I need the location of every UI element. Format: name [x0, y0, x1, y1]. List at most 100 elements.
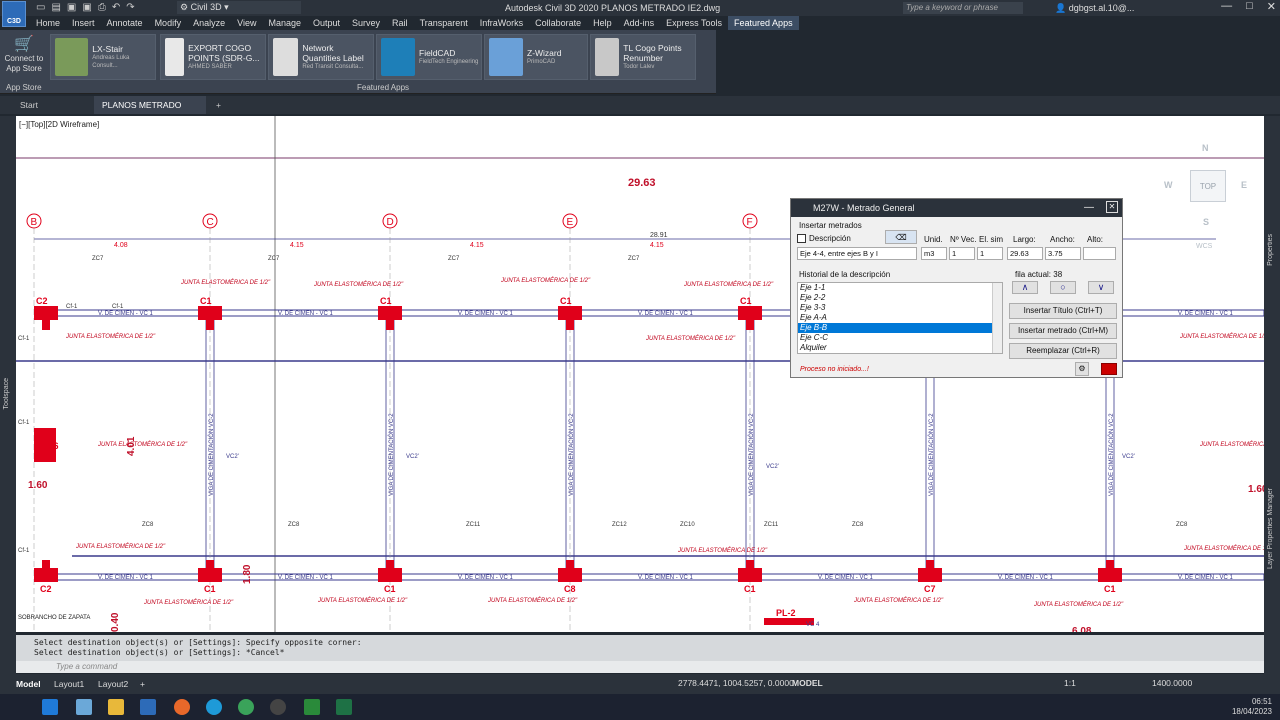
featured-app-tile[interactable]: Z-Wizard PrimoCAD	[484, 34, 588, 80]
application-menu-button[interactable]: C3D	[2, 1, 26, 27]
civil3d-icon[interactable]	[140, 699, 156, 715]
history-item[interactable]: Eje 2-2	[798, 293, 1002, 303]
save-icon[interactable]: ▣	[67, 2, 76, 13]
undo-icon[interactable]: ↶	[112, 2, 120, 13]
history-item[interactable]: Eje C-C	[798, 333, 1002, 343]
compass-north[interactable]: N	[1202, 143, 1209, 153]
menu-help[interactable]: Help	[587, 16, 618, 30]
unid-input[interactable]: m3	[921, 247, 947, 260]
history-list[interactable]: Eje 1-1 Eje 2-2 Eje 3-3 Eje A-A Eje B-B Eje C…	[797, 282, 1003, 354]
task-view-icon[interactable]	[76, 699, 92, 715]
column-label: C1	[560, 296, 572, 306]
chrome-icon[interactable]	[238, 699, 254, 715]
reemplazar-button[interactable]: Reemplazar (Ctrl+R)	[1009, 343, 1117, 359]
close-button[interactable]: ✕	[1267, 0, 1276, 13]
model-space-toggle[interactable]: MODEL	[792, 678, 823, 688]
menu-add-ins[interactable]: Add-ins	[618, 16, 661, 30]
compass-south[interactable]: S	[1203, 217, 1209, 227]
menu-view[interactable]: View	[231, 16, 262, 30]
menu-annotate[interactable]: Annotate	[101, 16, 149, 30]
dialog-title-bar[interactable]: M27W - Metrado General — ✕	[791, 199, 1122, 217]
toolspace-tab[interactable]: Toolspace	[3, 378, 10, 410]
user-account[interactable]: 👤 dgbgst.al.10@...	[1055, 3, 1134, 14]
workspace-switcher[interactable]: ⚙ Civil 3D ▾	[177, 1, 301, 14]
menu-analyze[interactable]: Analyze	[187, 16, 231, 30]
nvec-input[interactable]: 1	[949, 247, 975, 260]
eraser-button[interactable]: ⌫	[885, 230, 917, 244]
tab-model[interactable]: Model	[10, 677, 47, 691]
open-icon[interactable]: ▤	[51, 2, 60, 13]
menu-rail[interactable]: Rail	[386, 16, 414, 30]
menu-collaborate[interactable]: Collaborate	[529, 16, 587, 30]
clock-app-icon[interactable]	[270, 699, 286, 715]
layer-properties-tab[interactable]: Layer Properties Manager	[1267, 488, 1274, 569]
annotation-scale[interactable]: 1:1	[1064, 678, 1076, 688]
save-as-icon[interactable]: ▣	[82, 2, 91, 13]
redo-icon[interactable]: ↷	[126, 2, 134, 13]
file-explorer-icon[interactable]	[108, 699, 124, 715]
new-icon[interactable]: ▭	[36, 2, 45, 13]
system-clock[interactable]: 06:51 18/04/2023	[1232, 697, 1272, 717]
menu-manage[interactable]: Manage	[262, 16, 307, 30]
featured-app-tile[interactable]: FieldCAD FieldTech Engineering	[376, 34, 482, 80]
maximize-button[interactable]: □	[1246, 0, 1253, 13]
move-up-button[interactable]: ∧	[1012, 281, 1038, 294]
dialog-close-button[interactable]: ✕	[1106, 201, 1118, 213]
tab-layout1[interactable]: Layout1	[48, 677, 90, 691]
tab-start[interactable]: Start	[12, 96, 46, 114]
elsim-input[interactable]: 1	[977, 247, 1003, 260]
featured-app-tile[interactable]: EXPORT COGO POINTS (SDR-G... AHMED SABER	[160, 34, 266, 80]
largo-input[interactable]: 29.63	[1007, 247, 1043, 260]
insertar-titulo-button[interactable]: Insertar Título (Ctrl+T)	[1009, 303, 1117, 319]
edge-icon[interactable]	[206, 699, 222, 715]
menu-express-tools[interactable]: Express Tools	[660, 16, 728, 30]
menu-survey[interactable]: Survey	[346, 16, 386, 30]
connect-app-store-button[interactable]: 🛒 Connect to App Store	[2, 36, 46, 74]
tab-layout2[interactable]: Layout2	[92, 677, 134, 691]
windows-start-icon[interactable]	[42, 699, 58, 715]
menu-insert[interactable]: Insert	[66, 16, 101, 30]
insertar-metrado-button[interactable]: Insertar metrado (Ctrl+M)	[1009, 323, 1117, 339]
plot-icon[interactable]: ⎙	[98, 2, 106, 13]
settings-button[interactable]: ⚙	[1075, 362, 1089, 376]
coordinates-readout[interactable]: 2778.4471, 1004.5257, 0.0000	[678, 678, 794, 688]
app-icon[interactable]	[304, 699, 320, 715]
dialog-minimize-button[interactable]: —	[1084, 199, 1094, 217]
stop-button[interactable]	[1101, 363, 1117, 375]
new-tab-button[interactable]: +	[208, 96, 229, 114]
firefox-icon[interactable]	[174, 699, 190, 715]
featured-app-tile[interactable]: LX-Stair Andreas Luka Consult...	[50, 34, 156, 80]
add-layout-button[interactable]: +	[134, 677, 151, 691]
move-down-button[interactable]: ∨	[1088, 281, 1114, 294]
viewcube[interactable]: TOP	[1190, 170, 1226, 202]
history-item[interactable]: Eje B-B	[798, 323, 1002, 333]
history-item[interactable]: Eje 3-3	[798, 303, 1002, 313]
search-input[interactable]: Type a keyword or phrase	[903, 2, 1023, 14]
featured-app-tile[interactable]: TL Cogo Points Renumber Todor Lalev	[590, 34, 696, 80]
featured-app-tile[interactable]: Network Quantities Label Red Transit Cons…	[268, 34, 374, 80]
command-input[interactable]: Type a command	[16, 661, 1264, 673]
wcs-menu[interactable]: WCS	[1196, 243, 1212, 250]
menu-transparent[interactable]: Transparent	[414, 16, 474, 30]
descripcion-input[interactable]: Eje 4-4, entre ejes B y I	[797, 247, 917, 260]
history-scrollbar[interactable]	[992, 283, 1002, 353]
reset-button[interactable]: ○	[1050, 281, 1076, 294]
tab-planos-metrado[interactable]: PLANOS METRADO IE2* ✕	[94, 96, 206, 128]
alto-input[interactable]	[1083, 247, 1116, 260]
menu-output[interactable]: Output	[307, 16, 346, 30]
excel-icon[interactable]	[336, 699, 352, 715]
minimize-button[interactable]: —	[1221, 0, 1232, 13]
history-item[interactable]: Eje 1-1	[798, 283, 1002, 293]
history-item[interactable]: Alquiler	[798, 343, 1002, 353]
compass-east[interactable]: E	[1241, 180, 1247, 190]
history-item[interactable]: Eje A-A	[798, 313, 1002, 323]
properties-tab[interactable]: Properties	[1267, 234, 1274, 266]
menu-modify[interactable]: Modify	[149, 16, 188, 30]
menu-infraworks[interactable]: InfraWorks	[474, 16, 529, 30]
descripcion-checkbox[interactable]	[797, 234, 806, 243]
menu-featured-apps[interactable]: Featured Apps	[728, 16, 799, 30]
menu-home[interactable]: Home	[30, 16, 66, 30]
ancho-input[interactable]: 3.75	[1045, 247, 1081, 260]
viewport-controls[interactable]: [−][Top][2D Wireframe]	[19, 120, 99, 129]
compass-west[interactable]: W	[1164, 180, 1173, 190]
